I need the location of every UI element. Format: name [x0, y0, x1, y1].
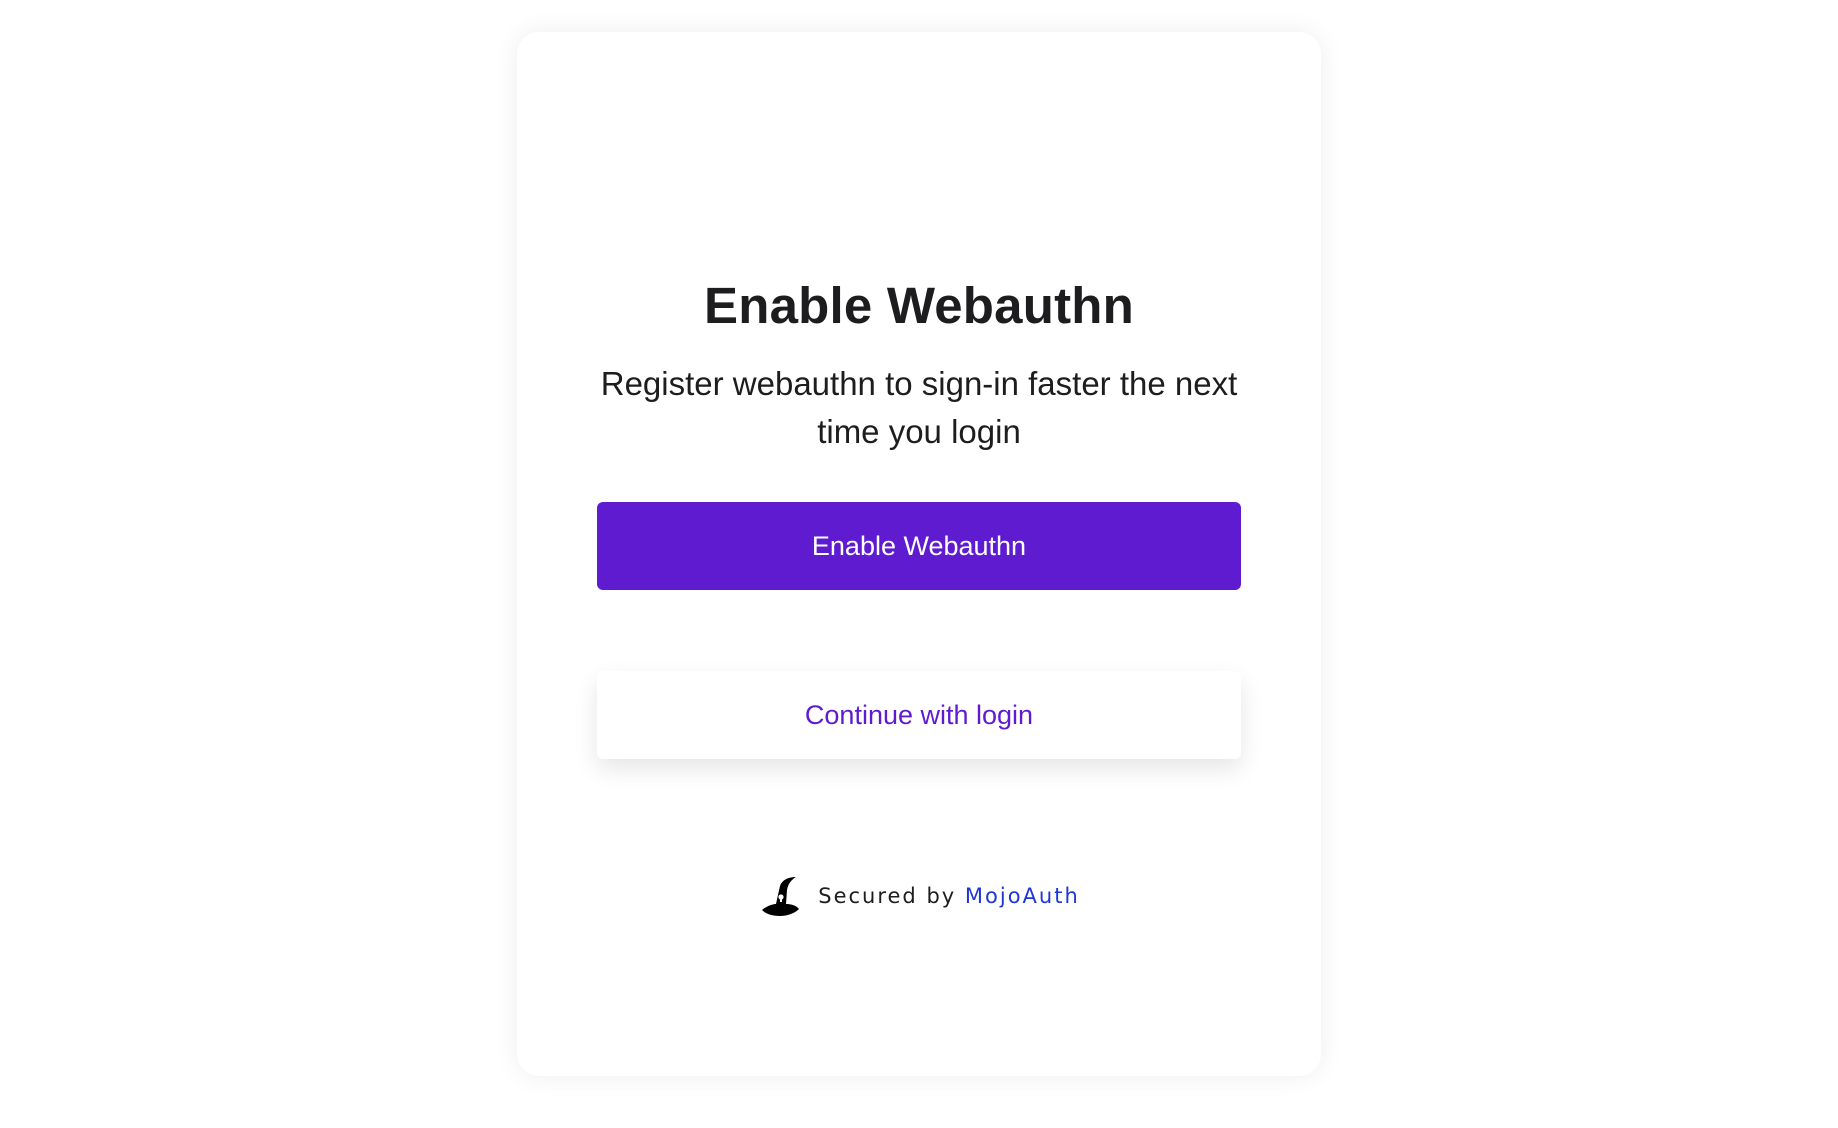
enable-webauthn-button[interactable]: Enable Webauthn	[597, 502, 1241, 590]
wizard-hat-icon	[758, 874, 802, 918]
page-title: Enable Webauthn	[704, 277, 1134, 334]
secured-by-footer: Secured by MojoAuth	[517, 874, 1321, 918]
mojoauth-link[interactable]: MojoAuth	[965, 884, 1080, 908]
secured-by-text: Secured by MojoAuth	[818, 884, 1080, 908]
webauthn-card: Enable Webauthn Register webauthn to sig…	[517, 32, 1321, 1076]
page-subtitle: Register webauthn to sign-in faster the …	[600, 365, 1238, 450]
continue-with-login-button[interactable]: Continue with login	[597, 671, 1241, 759]
secured-by-label: Secured by	[818, 884, 957, 908]
